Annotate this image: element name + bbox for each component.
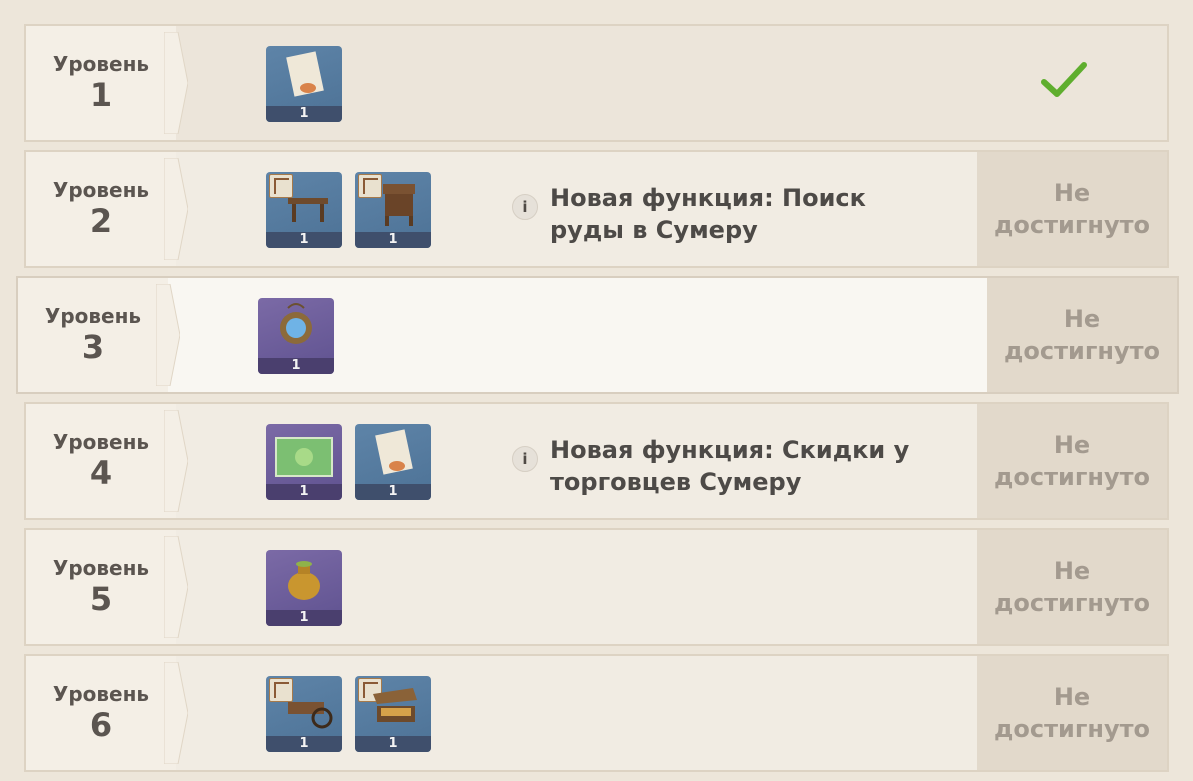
reward-items: 1 1 (266, 424, 431, 500)
reward-items: 1 1 (266, 676, 431, 752)
level-label: Уровень (52, 52, 150, 76)
level-label: Уровень (52, 430, 150, 454)
reward-items: 1 1 (266, 172, 431, 248)
info-icon[interactable]: i (512, 446, 538, 472)
badge-arrow-icon (164, 32, 188, 134)
status-label: Не достигнуто (977, 152, 1167, 266)
badge-arrow-icon (164, 662, 188, 764)
level-row-1[interactable]: Уровень 1 1 (24, 24, 1169, 142)
feature-text: Новая функция: Скидки у торговцев Сумеру (550, 436, 910, 496)
status-text: Не достигнуто (994, 557, 1150, 617)
item-quantity: 1 (266, 484, 342, 500)
level-row-6[interactable]: Уровень 6 1 1 Не достигнуто (24, 654, 1169, 772)
level-label: Уровень (52, 178, 150, 202)
blue-gem-amulet-icon[interactable]: 1 (258, 298, 334, 374)
level-row-3[interactable]: Уровень 3 1 Не достигнуто (16, 276, 1179, 394)
status-label: Не достигнуто (977, 404, 1167, 518)
level-label: Уровень (44, 304, 142, 328)
reputation-levels-list: Уровень 1 1 Уровень 2 1 1 i Новая функци… (0, 0, 1193, 781)
badge-arrow-icon (164, 158, 188, 260)
level-badge: Уровень 1 (26, 26, 188, 140)
level-row-4[interactable]: Уровень 4 1 1 i Новая функция: Скидки у … (24, 402, 1169, 520)
workbench-blueprint-icon[interactable]: 1 (266, 172, 342, 248)
reward-items: 1 (266, 46, 342, 122)
level-label: Уровень (52, 556, 150, 580)
item-quantity: 1 (266, 232, 342, 248)
level-badge: Уровень 4 (26, 404, 188, 518)
status-label: Не достигнуто (977, 530, 1167, 644)
feature-info: i Новая функция: Скидки у торговцев Суме… (512, 434, 910, 498)
reward-items: 1 (258, 298, 334, 374)
level-row-5[interactable]: Уровень 5 1 Не достигнуто (24, 528, 1169, 646)
cart-blueprint-icon[interactable]: 1 (266, 676, 342, 752)
item-quantity: 1 (258, 358, 334, 374)
status-text: Не достигнуто (1004, 305, 1160, 365)
recipe-scroll-icon[interactable]: 1 (266, 46, 342, 122)
level-number: 4 (89, 454, 113, 492)
status-text: Не достигнуто (994, 431, 1150, 491)
item-quantity: 1 (355, 484, 431, 500)
market-stall-blueprint-icon[interactable]: 1 (355, 676, 431, 752)
level-badge: Уровень 2 (26, 152, 188, 266)
green-flower-card-icon[interactable]: 1 (266, 424, 342, 500)
badge-arrow-icon (156, 284, 180, 386)
level-number: 5 (89, 580, 113, 618)
level-badge: Уровень 6 (26, 656, 188, 770)
golden-vase-icon[interactable]: 1 (266, 550, 342, 626)
status-text: Не достигнуто (994, 683, 1150, 743)
status-label: Не достигнуто (987, 278, 1177, 392)
badge-arrow-icon (164, 536, 188, 638)
info-icon[interactable]: i (512, 194, 538, 220)
feature-info: i Новая функция: Поиск руды в Сумеру (512, 182, 910, 246)
item-quantity: 1 (355, 736, 431, 752)
recipe-scroll-icon[interactable]: 1 (355, 424, 431, 500)
level-label: Уровень (52, 682, 150, 706)
level-badge: Уровень 5 (26, 530, 188, 644)
level-number: 1 (89, 76, 113, 114)
reward-items: 1 (266, 550, 342, 626)
stand-blueprint-icon[interactable]: 1 (355, 172, 431, 248)
badge-arrow-icon (164, 410, 188, 512)
item-quantity: 1 (266, 106, 342, 122)
level-number: 3 (81, 328, 105, 366)
status-label: Не достигнуто (977, 656, 1167, 770)
item-quantity: 1 (266, 610, 342, 626)
feature-text: Новая функция: Поиск руды в Сумеру (550, 184, 866, 244)
status-text: Не достигнуто (994, 179, 1150, 239)
item-quantity: 1 (266, 736, 342, 752)
checkmark-icon (1041, 62, 1087, 97)
level-badge: Уровень 3 (18, 278, 180, 392)
item-quantity: 1 (355, 232, 431, 248)
level-number: 6 (89, 706, 113, 744)
level-number: 2 (89, 202, 113, 240)
level-row-2[interactable]: Уровень 2 1 1 i Новая функция: Поиск руд… (24, 150, 1169, 268)
